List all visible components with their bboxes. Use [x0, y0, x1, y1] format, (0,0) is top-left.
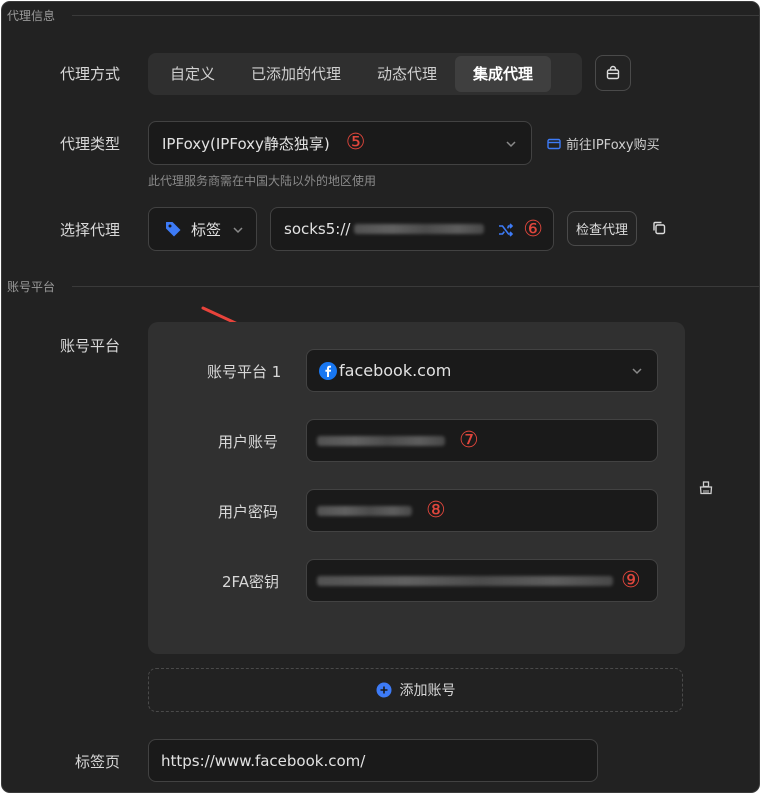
platform-select[interactable]: facebook.com — [306, 349, 658, 392]
twofa-label: 2FA密钥 — [222, 573, 280, 591]
clear-icon[interactable] — [699, 481, 713, 495]
proxy-mode-segmented: 自定义 已添加的代理 动态代理 集成代理 — [148, 53, 582, 95]
add-account-text: 添加账号 — [399, 683, 456, 699]
mode-added-proxy[interactable]: 已添加的代理 — [233, 56, 359, 92]
password-label: 用户密码 — [218, 503, 279, 521]
redacted-proxy-address — [354, 224, 485, 234]
facebook-icon — [319, 361, 337, 380]
annotation-marker-9: ⑨ — [621, 567, 641, 593]
tag-select[interactable]: 标签 — [148, 207, 257, 251]
tab-url-input[interactable]: https://www.facebook.com/ — [148, 739, 598, 782]
section-title-proxy: 代理信息 — [7, 9, 56, 23]
shuffle-icon[interactable] — [497, 221, 515, 239]
bag-icon — [606, 65, 620, 80]
proxy-input-value: socks5:// — [284, 220, 351, 238]
chevron-down-icon — [233, 227, 243, 234]
tag-select-value: 标签 — [191, 220, 222, 239]
proxy-input[interactable]: socks5:// ⑥ — [270, 207, 554, 251]
password-input[interactable]: ⑧ — [306, 489, 658, 532]
proxy-region-hint: 此代理服务商需在中国大陆以外的地区使用 — [148, 174, 377, 188]
proxy-type-select[interactable]: IPFoxy(IPFoxy静态独享) ⑤ — [148, 121, 532, 165]
shop-button[interactable] — [595, 55, 631, 91]
proxy-settings-panel: 代理信息 代理方式 自定义 已添加的代理 动态代理 集成代理 代理类型 IPFo… — [1, 1, 760, 793]
check-proxy-button[interactable]: 检查代理 — [567, 211, 637, 246]
proxy-type-value: IPFoxy(IPFoxy静态独享) — [162, 134, 330, 153]
chevron-down-icon — [632, 368, 642, 375]
platform-row-label: 账号平台 1 — [207, 363, 282, 381]
twofa-input[interactable]: ⑨ — [306, 559, 658, 602]
section-divider — [72, 286, 759, 287]
redacted-twofa-key — [317, 575, 613, 586]
mode-dynamic-proxy[interactable]: 动态代理 — [359, 56, 455, 92]
tab-url-value: https://www.facebook.com/ — [161, 751, 366, 770]
copy-icon[interactable] — [652, 221, 666, 235]
account-platform-label: 账号平台 — [60, 337, 121, 355]
annotation-marker-5: ⑤ — [345, 130, 366, 155]
select-proxy-label: 选择代理 — [60, 221, 121, 239]
username-label: 用户账号 — [218, 433, 279, 451]
mode-integrated-proxy[interactable]: 集成代理 — [455, 56, 552, 92]
plus-circle-icon — [376, 682, 391, 698]
buy-link[interactable]: 前往IPFoxy购买 — [547, 134, 660, 153]
section-title-account: 账号平台 — [7, 280, 56, 294]
annotation-marker-7: ⑦ — [459, 427, 479, 453]
section-divider — [72, 15, 759, 16]
annotation-marker-8: ⑧ — [426, 497, 446, 523]
annotation-marker-6: ⑥ — [523, 217, 543, 242]
redacted-username — [317, 435, 445, 446]
buy-link-text: 前往IPFoxy购买 — [566, 138, 660, 153]
proxy-mode-label: 代理方式 — [60, 65, 121, 83]
wallet-icon — [547, 138, 561, 149]
platform-select-value: facebook.com — [339, 361, 452, 380]
tag-icon — [166, 222, 181, 237]
add-account-button[interactable]: 添加账号 — [148, 668, 683, 712]
chevron-down-icon — [506, 141, 516, 148]
proxy-type-label: 代理类型 — [60, 135, 121, 153]
redacted-password — [317, 505, 412, 516]
username-input[interactable]: ⑦ — [306, 419, 658, 462]
tab-page-label: 标签页 — [75, 753, 121, 771]
mode-custom[interactable]: 自定义 — [152, 56, 233, 92]
